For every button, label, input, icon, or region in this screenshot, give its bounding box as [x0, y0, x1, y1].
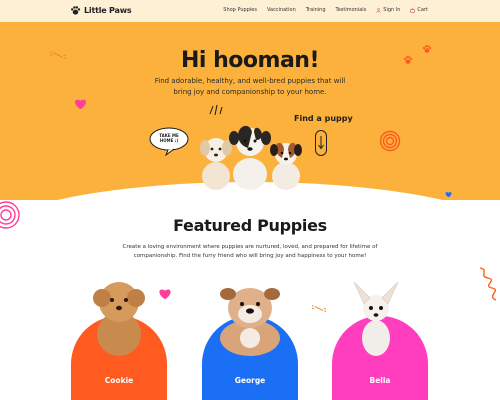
spiral-icon	[379, 130, 401, 152]
heart-icon	[159, 289, 171, 300]
featured-title: Featured Puppies	[173, 216, 327, 235]
nav-vaccination[interactable]: Vaccination	[267, 7, 296, 13]
arrow-down-icon	[318, 136, 324, 150]
sign-in-label: Sign In	[383, 7, 401, 13]
squiggle-icon	[479, 267, 497, 301]
find-puppy-link[interactable]: Find a puppy	[294, 114, 353, 123]
puppy-name: Bella	[369, 376, 391, 385]
bubble-text: TAKE ME HOME :)	[159, 133, 179, 143]
hero-subtitle: Find adorable, healthy, and well-bred pu…	[154, 77, 346, 96]
cart-icon	[410, 7, 415, 13]
nav-shop-puppies[interactable]: Shop Puppies	[223, 7, 257, 13]
featured-description: Create a loving environment where puppie…	[122, 244, 378, 259]
nav-sign-in[interactable]: Sign In	[376, 7, 400, 13]
user-icon	[376, 7, 382, 13]
top-nav: Little Paws Shop Puppies Vaccination Tra…	[0, 0, 500, 22]
cart-label: Cart	[417, 7, 428, 13]
nav-menu: Shop Puppies Vaccination Training Testim…	[223, 7, 428, 13]
sparkle-lines-icon	[209, 104, 223, 116]
hero-section: Hi hooman! Find adorable, healthy, and w…	[0, 22, 500, 200]
paw-icon	[70, 6, 81, 15]
nav-testimonials[interactable]: Testimonials	[336, 7, 367, 13]
heart-icon	[445, 192, 452, 198]
hero-puppies-image	[200, 125, 302, 190]
nav-cart[interactable]: Cart	[410, 7, 428, 13]
puppy-image-george	[220, 288, 280, 356]
nav-training[interactable]: Training	[306, 7, 326, 13]
brand-logo[interactable]: Little Paws	[70, 5, 132, 16]
hero-title: Hi hooman!	[181, 48, 319, 73]
puppy-image-bella	[353, 281, 399, 356]
heart-icon	[75, 99, 86, 110]
scroll-down-button[interactable]	[315, 130, 327, 156]
puppy-name: George	[234, 376, 266, 385]
bone-icon	[312, 305, 326, 312]
puppy-image-cookie	[93, 282, 145, 356]
brand-name: Little Paws	[84, 6, 132, 15]
puppy-name: Cookie	[104, 376, 134, 385]
